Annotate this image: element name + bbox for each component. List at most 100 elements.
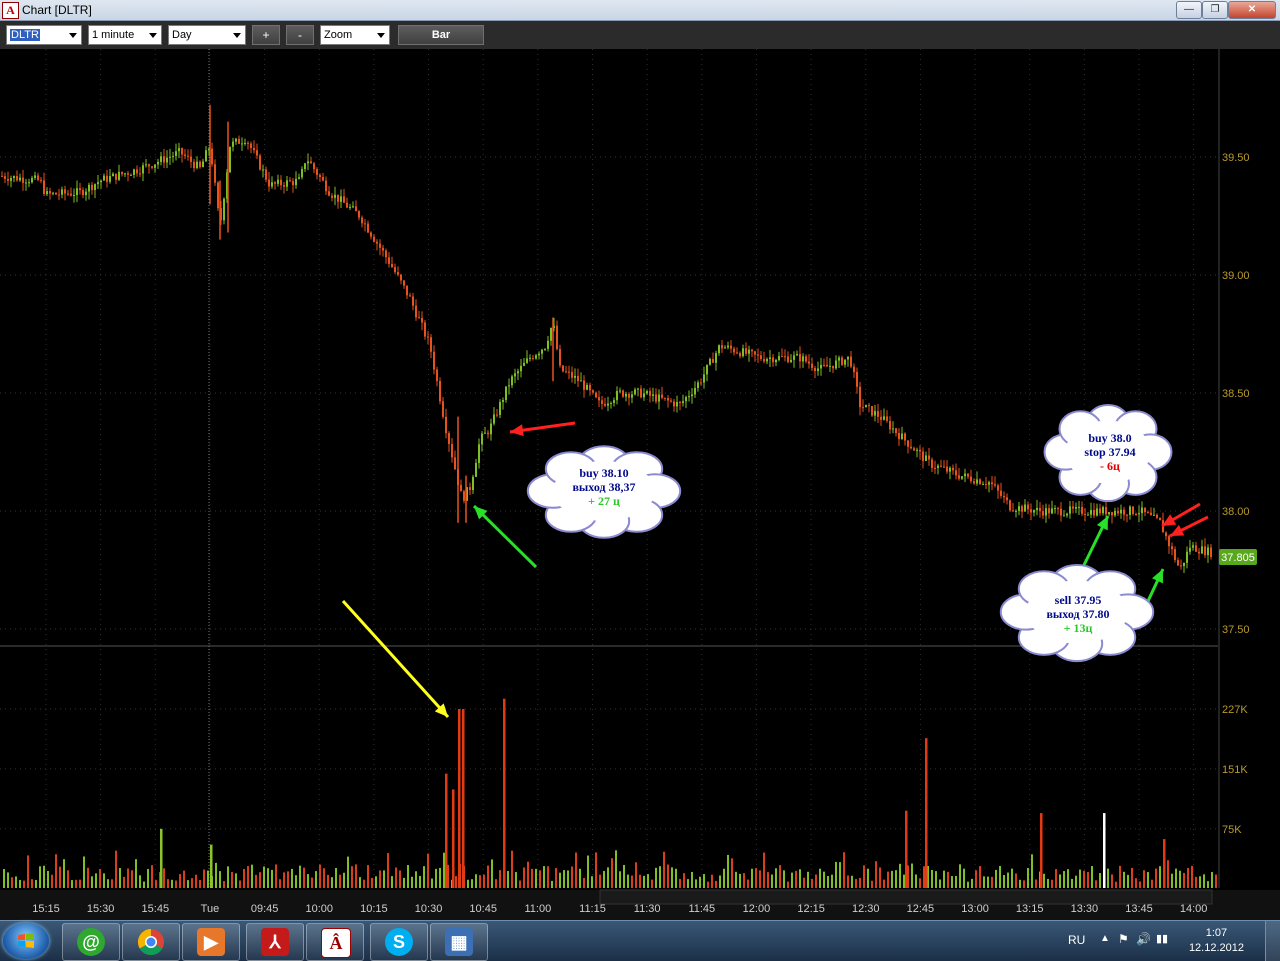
candle-body	[328, 191, 330, 196]
chevron-down-icon[interactable]	[69, 33, 77, 38]
chart-type-button[interactable]: Bar	[398, 25, 484, 45]
zoom-in-button[interactable]: +	[252, 25, 280, 45]
taskbar-mail-agent[interactable]: @	[62, 923, 120, 961]
volume-bar	[475, 874, 477, 888]
candle-body	[1210, 547, 1212, 558]
taskbar-skype[interactable]: S	[370, 923, 428, 961]
taskbar-trading-app[interactable]: Â	[306, 923, 364, 961]
candle-body	[739, 353, 741, 357]
candle-body	[655, 394, 657, 402]
candle-body	[781, 356, 783, 358]
candle-body	[1, 175, 3, 177]
candle-body	[1132, 506, 1134, 514]
candle-body	[298, 177, 300, 179]
chevron-down-icon[interactable]	[377, 33, 385, 38]
candle-body	[718, 345, 720, 354]
volume-bar	[819, 868, 821, 888]
action-center-flag-icon[interactable]: ⚑	[1118, 932, 1129, 946]
zoom-out-button[interactable]: -	[286, 25, 314, 45]
volume-bar	[179, 874, 181, 888]
candle-body	[886, 416, 888, 421]
candle-body	[574, 375, 576, 378]
close-button[interactable]: ✕	[1228, 1, 1276, 19]
volume-bar	[795, 870, 797, 888]
maximize-button[interactable]: ❐	[1202, 1, 1228, 19]
interval-select[interactable]: 1 minute	[88, 25, 162, 45]
volume-bar	[675, 868, 677, 888]
volume-bar	[687, 879, 689, 888]
volume-bar	[923, 866, 925, 888]
volume-bar	[27, 855, 29, 888]
candle-body	[1051, 508, 1053, 514]
tray-expand-icon[interactable]: ▲	[1100, 933, 1110, 944]
show-desktop-button[interactable]	[1265, 921, 1280, 961]
candle-body	[637, 388, 639, 390]
volume-bar	[319, 864, 321, 888]
time-tick-label: 10:00	[305, 903, 333, 915]
taskbar-acrobat[interactable]: ⅄	[246, 923, 304, 961]
time-tick-label: 12:45	[907, 903, 935, 915]
time-tick-label: 15:30	[87, 903, 115, 915]
candle-body	[481, 433, 483, 445]
annotation-bubble-2: buy 38.0 stop 37.94 - 6ц	[1062, 431, 1158, 473]
candle-body	[778, 356, 780, 360]
volume-bar	[59, 866, 61, 888]
clock[interactable]: 1:07 12.12.2012	[1189, 926, 1244, 956]
volume-bar	[167, 879, 169, 888]
time-tick-label: 13:00	[961, 903, 989, 915]
volume-bar	[287, 871, 289, 888]
candle-body	[187, 155, 189, 157]
volume-bar	[555, 868, 557, 888]
start-button[interactable]	[3, 923, 49, 959]
volume-bar	[215, 862, 217, 888]
candle-body	[121, 171, 123, 175]
volume-bar	[107, 879, 109, 888]
volume-bar	[1051, 879, 1053, 888]
volume-bar	[919, 878, 921, 888]
minimize-button[interactable]: —	[1176, 1, 1202, 19]
volume-spike	[452, 789, 455, 888]
candle-body	[592, 390, 594, 393]
volume-bar	[1203, 874, 1205, 888]
taskbar-reader[interactable]: ▦	[430, 923, 488, 961]
taskbar-media-player[interactable]: ▶	[182, 923, 240, 961]
candle-body	[112, 173, 114, 177]
candle-body	[1180, 565, 1182, 567]
volume-bar	[831, 874, 833, 888]
volume-bar	[147, 868, 149, 888]
candle-body	[883, 416, 885, 420]
window-titlebar[interactable]: A Chart [DLTR] — ❐ ✕	[0, 0, 1280, 21]
candle-body	[73, 194, 75, 196]
candle-body	[697, 382, 699, 389]
volume-bar	[859, 877, 861, 888]
symbol-input[interactable]: DLTR	[6, 25, 82, 45]
candle-body	[1096, 508, 1098, 516]
volume-bar	[563, 870, 565, 888]
candle-body	[877, 411, 879, 417]
candle-body	[385, 250, 387, 258]
candle-body	[289, 180, 291, 182]
volume-icon[interactable]: 🔊	[1136, 932, 1151, 946]
volume-bar	[731, 858, 733, 888]
network-icon[interactable]: ▮▮	[1156, 932, 1168, 945]
chevron-down-icon[interactable]	[149, 33, 157, 38]
candle-body	[1171, 546, 1173, 550]
language-indicator[interactable]: RU	[1068, 933, 1085, 947]
volume-bar	[971, 878, 973, 888]
volume-bar	[727, 854, 729, 888]
candle-body	[1108, 512, 1110, 515]
chevron-down-icon[interactable]	[233, 33, 241, 38]
candle-body	[925, 455, 927, 461]
volume-bar	[243, 868, 245, 888]
taskbar-chrome[interactable]	[122, 923, 180, 961]
volume-bar	[335, 867, 337, 888]
period-select[interactable]: Day	[168, 25, 246, 45]
volume-tick-label: 227K	[1222, 704, 1248, 716]
candle-body	[52, 192, 54, 194]
candle-body	[733, 348, 735, 353]
zoom-mode-select[interactable]: Zoom	[320, 25, 390, 45]
candle-body	[589, 384, 591, 391]
candle-body	[571, 371, 573, 378]
symbol-value: DLTR	[10, 29, 40, 41]
volume-bar	[667, 864, 669, 888]
